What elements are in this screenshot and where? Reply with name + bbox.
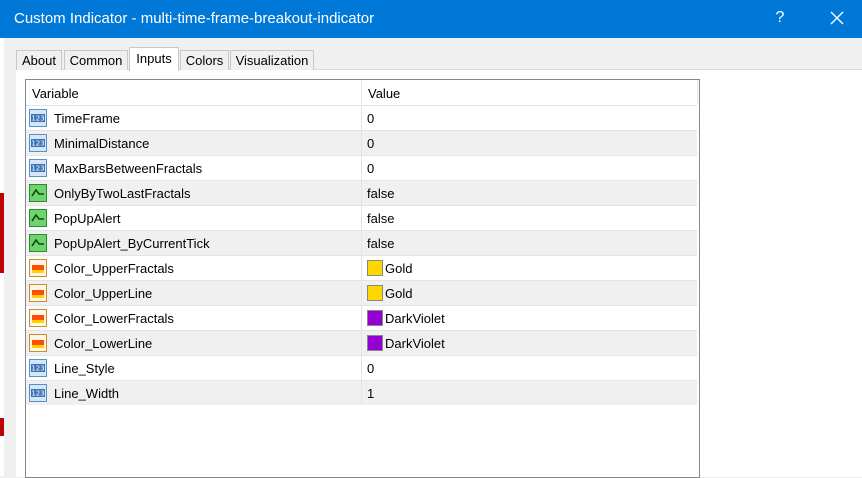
cell-divider	[361, 181, 362, 205]
variable-name: Color_UpperFractals	[54, 261, 174, 276]
grid-row[interactable]: PopUpAlert_ByCurrentTick false	[26, 230, 697, 255]
help-button[interactable]: ?	[770, 9, 790, 27]
variable-value[interactable]: 0	[367, 136, 374, 151]
column-header-value[interactable]: Value	[368, 86, 400, 101]
boolean-icon	[29, 234, 47, 252]
tab-inputs[interactable]: Inputs	[129, 47, 179, 71]
number-icon: 123	[29, 359, 47, 377]
grid-row[interactable]: Color_LowerFractals DarkViolet	[26, 305, 697, 330]
grid-row[interactable]: Color_UpperLine Gold	[26, 280, 697, 305]
variable-name: TimeFrame	[54, 111, 120, 126]
cell-divider	[361, 231, 362, 255]
color-icon	[29, 309, 47, 327]
variable-value[interactable]: Gold	[385, 286, 412, 301]
cell-divider	[361, 331, 362, 355]
color-icon	[29, 259, 47, 277]
cell-divider	[361, 256, 362, 280]
color-swatch[interactable]	[367, 335, 383, 351]
title-bar[interactable]: Custom Indicator - multi-time-frame-brea…	[0, 0, 862, 38]
variable-name: Color_LowerLine	[54, 336, 153, 351]
variable-value[interactable]: Gold	[385, 261, 412, 276]
cell-divider	[361, 106, 362, 130]
grid-row[interactable]: 123 MaxBarsBetweenFractals 0	[26, 155, 697, 180]
color-swatch[interactable]	[367, 310, 383, 326]
variable-name: PopUpAlert	[54, 211, 121, 226]
cell-divider	[361, 306, 362, 330]
variable-name: OnlyByTwoLastFractals	[54, 186, 191, 201]
column-header-variable[interactable]: Variable	[32, 86, 79, 101]
chart-bar	[0, 418, 4, 436]
tab-colors[interactable]: Colors	[180, 50, 229, 70]
inputs-grid: Variable Value 123 TimeFrame 0 123 MinimalDi…	[25, 79, 700, 478]
variable-name: MinimalDistance	[54, 136, 150, 151]
cell-divider	[361, 381, 362, 405]
grid-row[interactable]: 123 Line_Width 1	[26, 380, 697, 405]
variable-name: Line_Width	[54, 386, 120, 401]
boolean-icon	[29, 209, 47, 227]
grid-row[interactable]: OnlyByTwoLastFractals false	[26, 180, 697, 205]
number-icon: 123	[29, 384, 47, 402]
tab-about[interactable]: About	[16, 50, 62, 70]
variable-value[interactable]: DarkViolet	[385, 336, 445, 351]
cell-divider	[361, 281, 362, 305]
boolean-icon	[29, 184, 47, 202]
svg-text:123: 123	[31, 390, 44, 398]
variable-name: Color_LowerFractals	[54, 311, 174, 326]
color-swatch[interactable]	[367, 285, 383, 301]
variable-value[interactable]: 0	[367, 111, 374, 126]
svg-text:123: 123	[31, 140, 44, 148]
variable-value[interactable]: 0	[367, 161, 374, 176]
grid-row[interactable]: PopUpAlert false	[26, 205, 697, 230]
chart-bar	[0, 193, 4, 273]
close-button[interactable]	[826, 6, 848, 30]
color-icon	[29, 284, 47, 302]
variable-value[interactable]: false	[367, 236, 394, 251]
column-divider[interactable]	[697, 80, 698, 104]
variable-name: Color_UpperLine	[54, 286, 153, 301]
window-title: Custom Indicator - multi-time-frame-brea…	[14, 10, 375, 27]
background-chart-strip	[0, 38, 4, 476]
grid-row[interactable]: 123 MinimalDistance 0	[26, 130, 697, 155]
variable-name: Line_Style	[54, 361, 115, 376]
grid-row[interactable]: Color_LowerLine DarkViolet	[26, 330, 697, 355]
color-swatch[interactable]	[367, 260, 383, 276]
tab-common[interactable]: Common	[64, 50, 128, 70]
variable-name: PopUpAlert_ByCurrentTick	[54, 236, 210, 251]
cell-divider	[361, 156, 362, 180]
grid-row[interactable]: 123 TimeFrame 0	[26, 105, 697, 130]
grid-header: Variable Value	[26, 80, 698, 104]
tab-visualization[interactable]: Visualization	[230, 50, 314, 70]
svg-text:123: 123	[31, 115, 44, 123]
variable-name: MaxBarsBetweenFractals	[54, 161, 203, 176]
close-icon	[830, 11, 844, 25]
svg-text:123: 123	[31, 365, 44, 373]
svg-text:123: 123	[31, 165, 44, 173]
cell-divider	[361, 356, 362, 380]
number-icon: 123	[29, 159, 47, 177]
cell-divider	[361, 131, 362, 155]
color-icon	[29, 334, 47, 352]
variable-value[interactable]: false	[367, 211, 394, 226]
variable-value[interactable]: false	[367, 186, 394, 201]
number-icon: 123	[29, 134, 47, 152]
cell-divider	[361, 206, 362, 230]
grid-row[interactable]: Color_UpperFractals Gold	[26, 255, 697, 280]
variable-value[interactable]: 0	[367, 361, 374, 376]
number-icon: 123	[29, 109, 47, 127]
variable-value[interactable]: DarkViolet	[385, 311, 445, 326]
variable-value[interactable]: 1	[367, 386, 374, 401]
grid-row[interactable]: 123 Line_Style 0	[26, 355, 697, 380]
column-divider[interactable]	[361, 80, 362, 104]
